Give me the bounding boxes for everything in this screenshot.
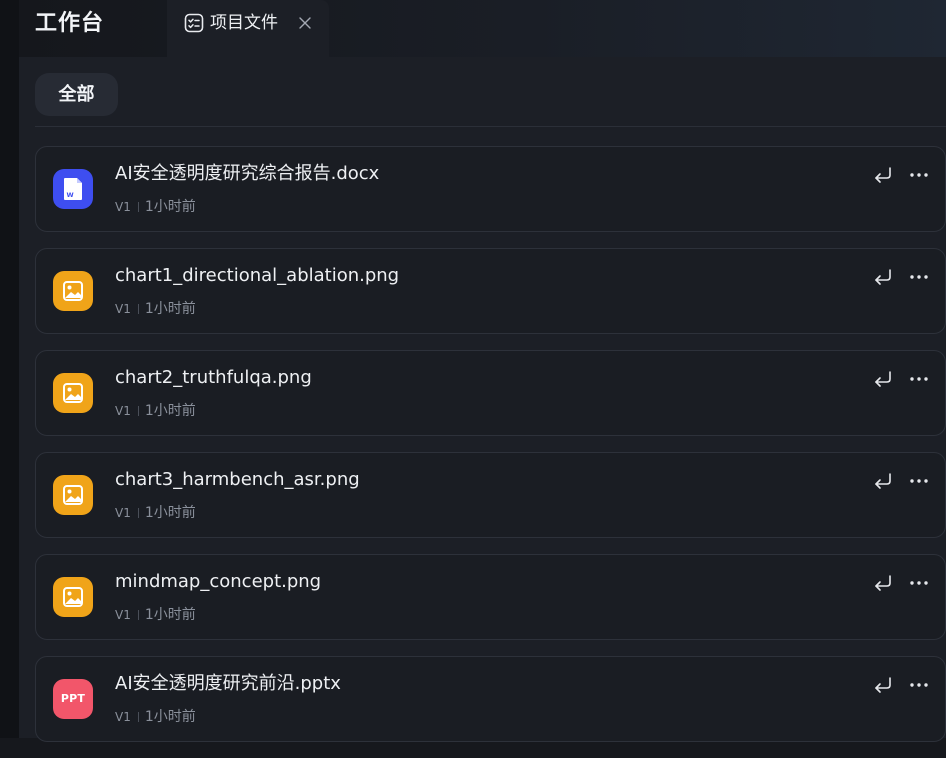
insert-return-icon[interactable] xyxy=(872,266,894,288)
modified-time: 1小时前 xyxy=(144,301,196,317)
tab-label: 项目文件 xyxy=(210,13,278,33)
meta-separator xyxy=(137,712,139,722)
meta-separator xyxy=(137,202,139,212)
insert-return-icon[interactable] xyxy=(872,368,894,390)
insert-return-icon[interactable] xyxy=(872,470,894,492)
file-meta: V1 1小时前 xyxy=(115,503,196,523)
image-file-icon xyxy=(53,577,93,617)
file-card[interactable]: chart1_directional_ablation.png V1 1小时前 xyxy=(35,248,946,334)
image-file-icon xyxy=(53,475,93,515)
image-file-icon xyxy=(53,271,93,311)
meta-separator xyxy=(137,610,139,620)
version-label: V1 xyxy=(115,608,131,622)
close-icon[interactable] xyxy=(297,15,313,31)
file-meta: V1 1小时前 xyxy=(115,299,196,319)
version-label: V1 xyxy=(115,710,131,724)
version-label: V1 xyxy=(115,506,131,520)
insert-return-icon[interactable] xyxy=(872,164,894,186)
file-name: chart1_directional_ablation.png xyxy=(115,265,400,286)
file-card[interactable]: mindmap_concept.png V1 1小时前 xyxy=(35,554,946,640)
file-meta: V1 1小时前 xyxy=(115,197,196,217)
svg-text:W: W xyxy=(67,191,74,199)
file-card[interactable]: chart3_harmbench_asr.png V1 1小时前 xyxy=(35,452,946,538)
file-name: mindmap_concept.png xyxy=(115,571,322,592)
file-name: chart2_truthfulqa.png xyxy=(115,367,312,388)
tab-project-files[interactable]: 项目文件 xyxy=(167,0,329,57)
ppt-file-icon: PPT xyxy=(53,679,93,719)
modified-time: 1小时前 xyxy=(144,199,196,215)
more-options-icon[interactable] xyxy=(908,164,930,186)
file-name: AI安全透明度研究综合报告.docx xyxy=(115,163,380,184)
filter-all-chip[interactable]: 全部 xyxy=(35,73,118,116)
insert-return-icon[interactable] xyxy=(872,674,894,696)
modified-time: 1小时前 xyxy=(144,709,196,725)
more-options-icon[interactable] xyxy=(908,266,930,288)
file-name: chart3_harmbench_asr.png xyxy=(115,469,360,490)
file-card[interactable]: PPT AI安全透明度研究前沿.pptx V1 1小时前 xyxy=(35,656,946,742)
meta-separator xyxy=(137,304,139,314)
file-card[interactable]: chart2_truthfulqa.png V1 1小时前 xyxy=(35,350,946,436)
more-options-icon[interactable] xyxy=(908,674,930,696)
more-options-icon[interactable] xyxy=(908,572,930,594)
left-edge-panel xyxy=(0,0,19,738)
checklist-icon xyxy=(184,13,204,33)
meta-separator xyxy=(137,508,139,518)
file-meta: V1 1小时前 xyxy=(115,605,196,625)
more-options-icon[interactable] xyxy=(908,368,930,390)
word-doc-icon: W xyxy=(53,169,93,209)
meta-separator xyxy=(137,406,139,416)
file-meta: V1 1小时前 xyxy=(115,707,196,727)
file-list: W AI安全透明度研究综合报告.docx V1 1小时前 chart1_dire… xyxy=(35,146,946,758)
insert-return-icon[interactable] xyxy=(872,572,894,594)
divider xyxy=(35,126,946,127)
ppt-icon-text: PPT xyxy=(60,692,86,705)
more-options-icon[interactable] xyxy=(908,470,930,492)
top-bar xyxy=(19,0,946,57)
version-label: V1 xyxy=(115,302,131,316)
app-title: 工作台 xyxy=(35,11,105,36)
version-label: V1 xyxy=(115,200,131,214)
file-name: AI安全透明度研究前沿.pptx xyxy=(115,673,341,694)
modified-time: 1小时前 xyxy=(144,607,196,623)
image-file-icon xyxy=(53,373,93,413)
file-card[interactable]: W AI安全透明度研究综合报告.docx V1 1小时前 xyxy=(35,146,946,232)
version-label: V1 xyxy=(115,404,131,418)
modified-time: 1小时前 xyxy=(144,505,196,521)
modified-time: 1小时前 xyxy=(144,403,196,419)
file-meta: V1 1小时前 xyxy=(115,401,196,421)
file-panel: 全部 W AI安全透明度研究综合报告.docx V1 1小时前 chart1_d… xyxy=(19,57,946,742)
